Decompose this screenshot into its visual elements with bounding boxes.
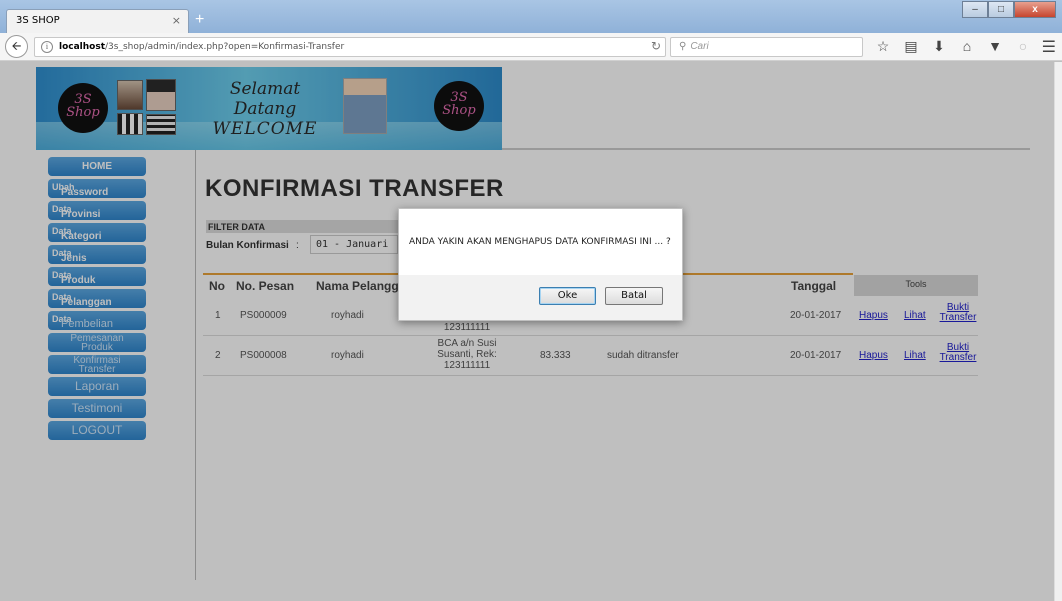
url-host: localhost bbox=[59, 42, 106, 52]
confirm-dialog: ANDA YAKIN AKAN MENGHAPUS DATA KONFIRMAS… bbox=[398, 208, 683, 321]
browser-tab[interactable]: 3S SHOP × bbox=[6, 9, 189, 33]
tab-title: 3S SHOP bbox=[16, 15, 60, 26]
page-scrollbar[interactable] bbox=[1054, 62, 1062, 601]
dialog-message: ANDA YAKIN AKAN MENGHAPUS DATA KONFIRMAS… bbox=[409, 237, 671, 247]
cancel-button[interactable]: Batal bbox=[605, 287, 663, 305]
modal-overlay[interactable] bbox=[0, 62, 1062, 601]
sync-icon[interactable]: ○ bbox=[1012, 38, 1034, 56]
reload-icon[interactable]: ↻ bbox=[651, 39, 661, 53]
maximize-button[interactable]: □ bbox=[988, 1, 1014, 18]
dialog-body: ANDA YAKIN AKAN MENGHAPUS DATA KONFIRMAS… bbox=[399, 209, 682, 275]
ok-button[interactable]: Oke bbox=[539, 287, 596, 305]
web-page: 3S Shop Selamat Datang WELCOME 3S Shop H… bbox=[0, 62, 1062, 601]
close-window-button[interactable]: x bbox=[1014, 1, 1056, 18]
search-input[interactable]: ⚲ Cari bbox=[670, 37, 863, 57]
browser-navbar: 🡨 i localhost/3s_shop/admin/index.php?op… bbox=[0, 33, 1062, 61]
home-icon[interactable]: ⌂ bbox=[956, 38, 978, 56]
browser-toolbar: ☆ ▤ ⬇ ⌂ ▼ ○ bbox=[872, 38, 1040, 56]
minimize-button[interactable]: – bbox=[962, 1, 988, 18]
window-controls: – □ x bbox=[962, 1, 1056, 18]
hamburger-menu-icon[interactable]: ☰ bbox=[1042, 37, 1056, 57]
tab-close-icon[interactable]: × bbox=[172, 14, 181, 27]
search-icon: ⚲ bbox=[679, 41, 687, 52]
back-arrow-icon: 🡨 bbox=[11, 39, 22, 53]
back-button[interactable]: 🡨 bbox=[5, 35, 28, 58]
bookmark-star-icon[interactable]: ☆ bbox=[872, 38, 894, 56]
search-placeholder: Cari bbox=[690, 41, 709, 52]
site-info-icon[interactable]: i bbox=[41, 41, 53, 53]
address-bar[interactable]: i localhost/3s_shop/admin/index.php?open… bbox=[34, 37, 666, 57]
new-tab-button[interactable]: + bbox=[195, 11, 204, 29]
url-path: /3s_shop/admin/index.php?open=Konfirmasi… bbox=[105, 42, 345, 52]
reading-list-icon[interactable]: ▤ bbox=[900, 38, 922, 56]
pocket-icon[interactable]: ▼ bbox=[984, 38, 1006, 56]
download-icon[interactable]: ⬇ bbox=[928, 38, 950, 56]
browser-titlebar: 3S SHOP × + – □ x bbox=[0, 0, 1062, 33]
